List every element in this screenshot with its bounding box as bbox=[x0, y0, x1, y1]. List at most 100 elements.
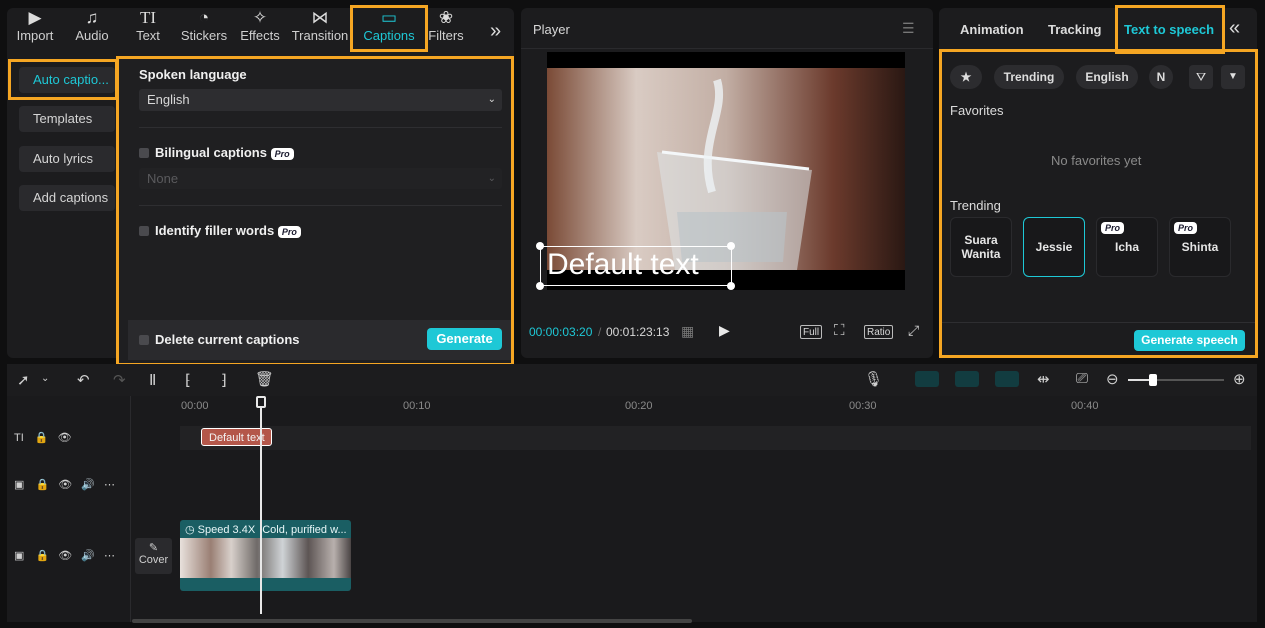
text-overlay-box[interactable]: Default text bbox=[540, 246, 732, 286]
effects-icon: ✧ bbox=[252, 8, 268, 27]
lock-icon[interactable]: 🔒 bbox=[35, 479, 49, 491]
dropdown-icon[interactable]: ▼ bbox=[1221, 65, 1245, 89]
ratio-button[interactable]: Ratio bbox=[864, 325, 894, 339]
screen-icon[interactable]: ⎚ bbox=[1076, 370, 1088, 387]
tab-animation[interactable]: Animation bbox=[960, 22, 1024, 37]
menu-add-captions[interactable]: Add captions bbox=[19, 185, 115, 211]
align-icon[interactable]: ⇹ bbox=[1037, 370, 1050, 388]
delete-captions-option[interactable]: Delete current captions bbox=[139, 332, 300, 347]
play-icon[interactable]: ▶ bbox=[719, 322, 730, 339]
tab-stickers[interactable]: ◔ Stickers bbox=[178, 8, 230, 50]
trending-label: Trending bbox=[950, 198, 1001, 213]
cover-button[interactable]: ✎ Cover bbox=[135, 538, 172, 574]
fullscreen-icon[interactable]: ⤢ bbox=[908, 322, 919, 339]
trim-right-icon[interactable]: ⁆ bbox=[221, 371, 227, 389]
video-thumbnails bbox=[180, 538, 351, 578]
snap-icon[interactable] bbox=[955, 371, 979, 387]
filler-label: Identify filler words bbox=[155, 223, 275, 238]
zoom-fit-icon[interactable]: ⛶ bbox=[834, 322, 845, 339]
resize-handle[interactable] bbox=[536, 282, 544, 290]
tab-text[interactable]: TI Text bbox=[124, 8, 172, 50]
trim-left-icon[interactable]: ⁅ bbox=[185, 371, 191, 389]
tab-effects[interactable]: ✧ Effects bbox=[236, 8, 284, 50]
tab-audio-label: Audio bbox=[75, 28, 109, 43]
voice-suara-wanita[interactable]: Suara Wanita bbox=[950, 217, 1012, 277]
filler-words-option[interactable]: Identify filler words Pro bbox=[139, 223, 301, 238]
redo-icon[interactable]: ↷ bbox=[113, 371, 126, 389]
bilingual-select[interactable]: None ⌄ bbox=[139, 168, 502, 189]
microphone-icon[interactable]: 🎙 bbox=[864, 370, 883, 388]
zoom-in-icon[interactable]: ⊕ bbox=[1233, 370, 1246, 388]
filter-icon[interactable]: ⛛ bbox=[1189, 65, 1213, 89]
edit-icon: ✎ bbox=[148, 542, 159, 554]
import-icon: ▶ bbox=[28, 8, 42, 27]
overlay-text: Default text bbox=[547, 248, 699, 281]
resize-handle[interactable] bbox=[536, 242, 544, 250]
transition-icon: ⋈ bbox=[311, 8, 329, 27]
zoom-slider-thumb[interactable] bbox=[1149, 374, 1157, 386]
playhead-handle[interactable] bbox=[256, 396, 266, 408]
pro-badge: Pro bbox=[1101, 222, 1125, 234]
menu-templates[interactable]: Templates bbox=[19, 106, 115, 132]
volume-icon[interactable]: 🔊 bbox=[81, 550, 95, 562]
menu-auto-lyrics[interactable]: Auto lyrics bbox=[19, 146, 115, 172]
chip-more[interactable]: N bbox=[1149, 65, 1173, 89]
divider bbox=[521, 48, 933, 49]
collapse-icon[interactable]: « bbox=[1229, 17, 1240, 40]
total-time: 00:01:23:13 bbox=[606, 325, 670, 339]
spoken-language-label: Spoken language bbox=[139, 67, 247, 82]
generate-button[interactable]: Generate bbox=[427, 328, 502, 350]
menu-auto-captions[interactable]: Auto captio... bbox=[19, 67, 115, 93]
tab-tracking[interactable]: Tracking bbox=[1048, 22, 1101, 37]
chevron-down-icon[interactable]: ⌄ bbox=[41, 373, 49, 384]
spoken-language-select[interactable]: English ⌄ bbox=[139, 89, 502, 111]
voice-jessie[interactable]: Jessie bbox=[1023, 217, 1085, 277]
delete-checkbox[interactable] bbox=[139, 335, 149, 345]
tab-transition[interactable]: ⋈ Transition bbox=[290, 8, 350, 50]
chip-trending[interactable]: Trending bbox=[994, 65, 1064, 89]
favorites-star-icon[interactable]: ★ bbox=[950, 65, 982, 89]
bilingual-value: None bbox=[147, 171, 179, 186]
video-clip[interactable]: ◷ Speed 3.4X Cold, purified w... bbox=[180, 520, 351, 591]
filler-checkbox[interactable] bbox=[139, 226, 149, 236]
generate-speech-button[interactable]: Generate speech bbox=[1134, 330, 1245, 351]
time-tick: 00:30 bbox=[849, 400, 877, 412]
timeline-scrollbar[interactable] bbox=[132, 619, 692, 623]
tab-filters[interactable]: ❀ Filters bbox=[428, 8, 464, 50]
zoom-out-icon[interactable]: ⊖ bbox=[1106, 370, 1119, 388]
lock-icon[interactable]: 🔒 bbox=[35, 432, 49, 444]
preview-axis-icon[interactable] bbox=[995, 371, 1019, 387]
more-icon[interactable]: ⋯ bbox=[104, 550, 115, 562]
undo-icon[interactable]: ↶ bbox=[77, 371, 90, 389]
eye-icon[interactable]: 👁 bbox=[58, 479, 72, 491]
bilingual-captions-option[interactable]: Bilingual captions Pro bbox=[139, 145, 294, 160]
voice-shinta[interactable]: Pro Shinta bbox=[1169, 217, 1231, 277]
bilingual-checkbox[interactable] bbox=[139, 148, 149, 158]
tab-import[interactable]: ▶ Import bbox=[8, 8, 62, 50]
volume-icon[interactable]: 🔊 bbox=[81, 479, 95, 491]
grid-icon[interactable]: ▦ bbox=[681, 323, 694, 340]
menu-icon[interactable]: ☰ bbox=[902, 20, 915, 37]
full-button[interactable]: Full bbox=[800, 325, 823, 339]
playhead[interactable] bbox=[260, 404, 262, 614]
tab-audio[interactable]: ♫ Audio bbox=[66, 8, 118, 50]
voice-name: Shinta bbox=[1181, 240, 1219, 254]
tab-captions[interactable]: ▭ Captions bbox=[354, 8, 424, 50]
player-title: Player bbox=[533, 22, 570, 37]
chip-english[interactable]: English bbox=[1076, 65, 1138, 89]
more-icon[interactable]: ⋯ bbox=[104, 479, 115, 491]
voice-icha[interactable]: Pro Icha bbox=[1096, 217, 1158, 277]
lock-icon[interactable]: 🔒 bbox=[35, 550, 49, 562]
resize-handle[interactable] bbox=[727, 282, 735, 290]
delete-icon[interactable]: 🗑 bbox=[255, 370, 274, 388]
link-icon[interactable] bbox=[915, 371, 939, 387]
eye-icon[interactable]: 👁 bbox=[58, 550, 72, 562]
select-tool-icon[interactable]: ➚ bbox=[17, 371, 30, 389]
more-tabs-icon[interactable]: » bbox=[490, 20, 501, 43]
resize-handle[interactable] bbox=[727, 242, 735, 250]
pro-badge: Pro bbox=[277, 226, 301, 238]
tab-text-to-speech[interactable]: Text to speech bbox=[1124, 22, 1214, 37]
clip-title: Cold, purified w... bbox=[262, 524, 347, 536]
eye-icon[interactable]: 👁 bbox=[58, 432, 72, 444]
split-icon[interactable]: Ⅱ bbox=[149, 371, 156, 389]
